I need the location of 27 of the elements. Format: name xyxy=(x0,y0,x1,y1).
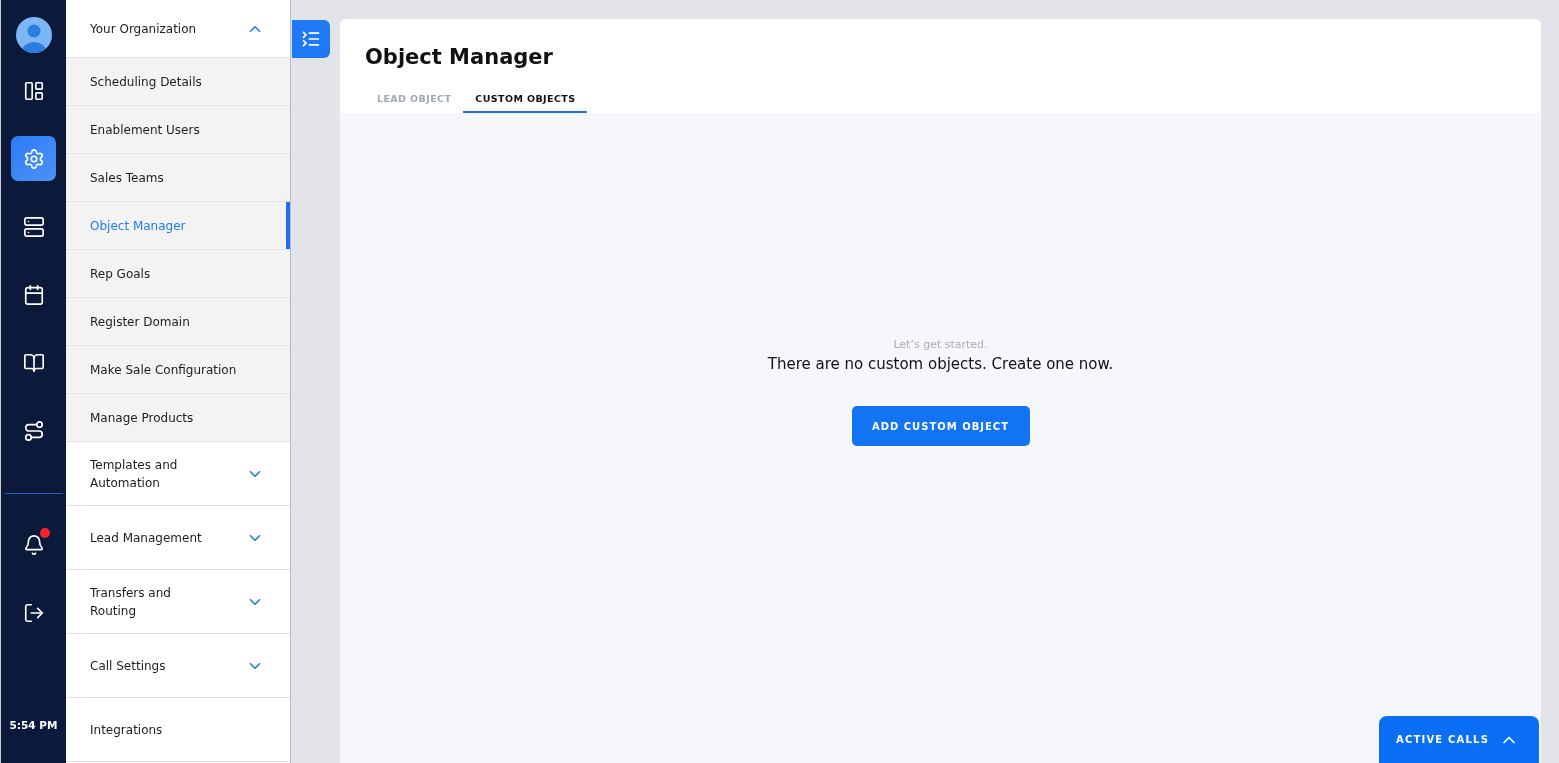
tab[interactable]: CUSTOM OBJECTS xyxy=(463,93,588,113)
menu-item[interactable]: Manage Products xyxy=(66,394,290,442)
bell-icon xyxy=(22,533,45,556)
route-icon xyxy=(22,419,45,442)
page-title: Object Manager xyxy=(365,45,554,69)
collapse-menu-button[interactable] xyxy=(292,20,330,58)
logout-icon xyxy=(22,601,45,624)
nav-button[interactable] xyxy=(11,136,56,181)
calendar-icon xyxy=(22,283,45,306)
empty-kicker: Let’s get started. xyxy=(893,338,988,351)
menu-item[interactable]: Rep Goals xyxy=(66,250,290,298)
menu-item[interactable]: Object Manager xyxy=(66,202,290,250)
book-icon xyxy=(22,351,45,374)
layout-icon xyxy=(22,79,45,102)
clock-time: 5:54 PM xyxy=(9,719,58,731)
menu-item[interactable]: Enablement Users xyxy=(66,106,290,154)
collapse-icon xyxy=(301,29,321,49)
menu-item[interactable]: Sales Teams xyxy=(66,154,290,202)
avatar[interactable] xyxy=(15,17,52,53)
menu-item[interactable]: Register Domain xyxy=(66,298,290,346)
server-icon xyxy=(22,215,45,238)
settings-icon xyxy=(22,147,45,170)
empty-message: There are no custom objects. Create one now. xyxy=(767,355,1114,373)
add-custom-object-button[interactable]: ADD CUSTOM OBJECT xyxy=(851,406,1030,446)
active-calls-button[interactable]: ACTIVE CALLS xyxy=(1379,716,1539,763)
menu-item[interactable]: Scheduling Details xyxy=(66,58,290,106)
menu-item[interactable]: Make Sale Configuration xyxy=(66,346,290,394)
